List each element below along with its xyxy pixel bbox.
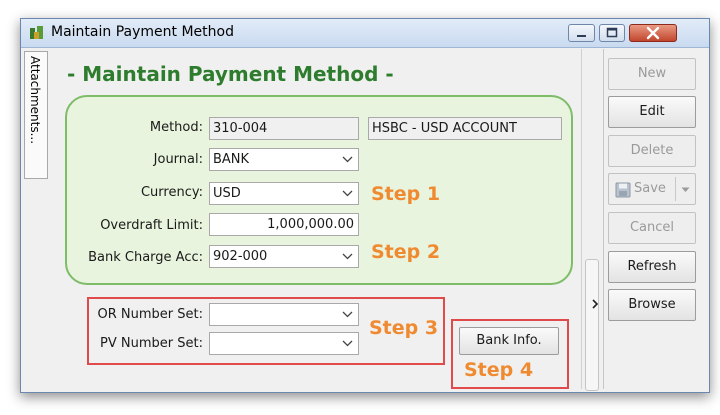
bank-charge-acc-label: Bank Charge Acc: (88, 250, 203, 265)
save-button[interactable]: Save (608, 173, 696, 205)
overdraft-limit-field[interactable]: 1,000,000.00 (209, 213, 359, 236)
journal-value: BANK (213, 152, 250, 167)
method-field[interactable]: 310-004 (209, 117, 359, 140)
splitter-panel (581, 49, 602, 391)
step-2-annotation: Step 2 (371, 241, 441, 263)
refresh-button[interactable]: Refresh (608, 251, 696, 283)
delete-button[interactable]: Delete (608, 135, 696, 167)
chevron-down-icon (342, 340, 353, 347)
window-title: Maintain Payment Method (51, 24, 234, 40)
main-window: Maintain Payment Method Attachments... -… (20, 18, 710, 393)
minimize-icon (577, 35, 586, 37)
currency-value: USD (213, 186, 241, 201)
method-label: Method: (149, 120, 203, 135)
save-split-divider (675, 177, 676, 201)
title-bar: Maintain Payment Method (21, 19, 709, 48)
floppy-disk-icon (615, 182, 631, 198)
step-4-annotation: Step 4 (464, 359, 534, 381)
edit-button[interactable]: Edit (608, 96, 696, 128)
close-icon (646, 26, 660, 40)
close-button[interactable] (629, 24, 677, 42)
app-icon (30, 26, 43, 39)
chevron-down-icon (342, 253, 353, 260)
journal-select[interactable]: BANK (209, 148, 359, 171)
scrollbar-thumb[interactable] (585, 259, 599, 391)
bank-charge-acc-value: 902-000 (213, 249, 268, 264)
attachments-tab-label: Attachments... (28, 56, 42, 145)
overdraft-limit-label: Overdraft Limit: (100, 218, 203, 233)
chevron-down-icon[interactable] (681, 187, 690, 193)
maximize-icon (606, 27, 618, 38)
chevron-down-icon (342, 156, 353, 163)
maximize-button[interactable] (599, 24, 625, 42)
pv-number-set-label: PV Number Set: (100, 336, 203, 351)
currency-label: Currency: (140, 185, 203, 200)
bank-charge-acc-select[interactable]: 902-000 (209, 245, 359, 268)
method-description-field[interactable]: HSBC - USD ACCOUNT (368, 117, 562, 140)
journal-label: Journal: (153, 152, 203, 167)
browse-button[interactable]: Browse (608, 289, 696, 321)
step-3-annotation: Step 3 (369, 317, 439, 339)
step-1-annotation: Step 1 (371, 183, 441, 205)
or-number-set-select[interactable] (209, 303, 359, 326)
bank-info-button[interactable]: Bank Info. (459, 327, 559, 355)
toolbar-separator (603, 49, 604, 389)
minimize-button[interactable] (568, 24, 595, 42)
chevron-right-icon[interactable] (591, 299, 599, 309)
chevron-down-icon (342, 190, 353, 197)
cancel-button[interactable]: Cancel (608, 212, 696, 244)
new-button[interactable]: New (608, 58, 696, 90)
or-number-set-label: OR Number Set: (97, 307, 203, 322)
currency-select[interactable]: USD (209, 182, 359, 205)
save-button-label: Save (634, 181, 666, 196)
page-title: - Maintain Payment Method - (67, 62, 394, 86)
chevron-down-icon (342, 311, 353, 318)
attachments-tab[interactable]: Attachments... (24, 51, 48, 179)
pv-number-set-select[interactable] (209, 332, 359, 355)
